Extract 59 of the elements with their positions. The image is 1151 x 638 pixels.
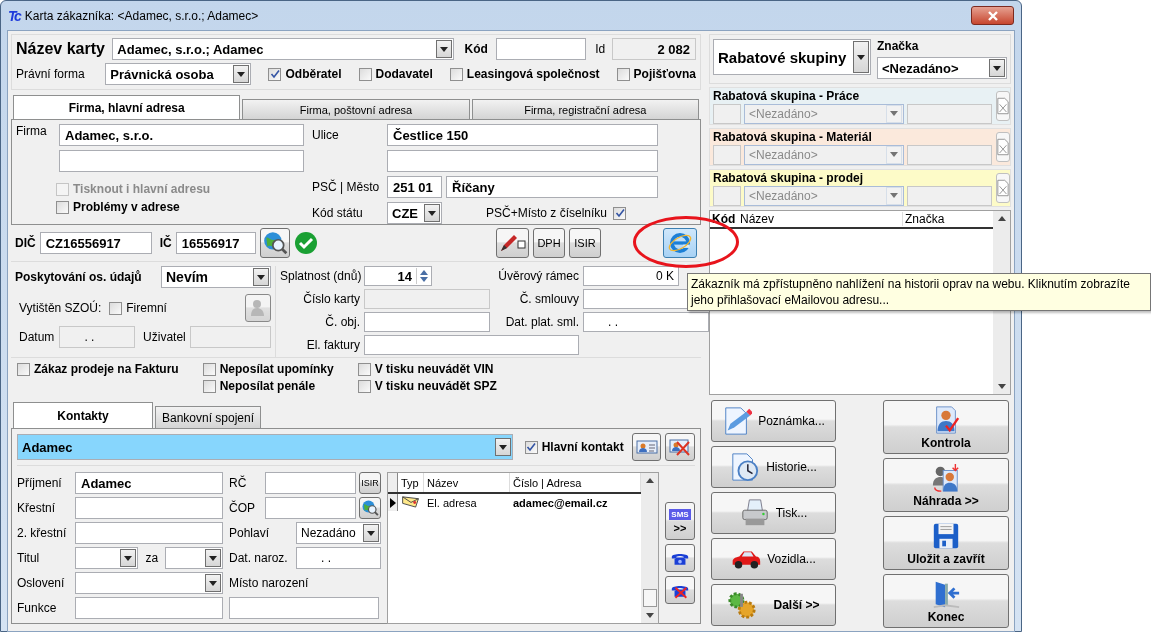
checkbox-label: V tisku neuvádět SPZ [374, 379, 497, 393]
checkbox-label: Zákaz prodeje na Fakturu [34, 362, 179, 376]
tooltip: Zákazník má zpřístupněno nahlížení na historii oprav na webu. Kliknutím zobrazíte jeho přihlašovací eMailovou adresu... [687, 273, 1151, 311]
checkbox-label: Leasingová společnost [466, 67, 600, 81]
field-label: Datum [19, 330, 56, 344]
field-label: Kód státu [312, 206, 364, 220]
field-label: Rabatová skupina - Materiál [713, 129, 873, 144]
field-label: ČOP [229, 501, 256, 515]
checkbox-label: Firemní [126, 301, 167, 315]
checkbox-label: Tisknout i hlavní adresu [73, 182, 211, 196]
field-label: Id [595, 42, 607, 56]
table-cell-text: El. adresa [426, 496, 478, 509]
field-label: IČ [159, 236, 172, 250]
checkbox-label: PSČ+Místo z číselníku [486, 206, 608, 220]
field-label: Firma [16, 124, 48, 138]
field-label: Dat. naroz. [229, 551, 289, 565]
window-title: Karta zákazníka: <Adamec, s.r.o.; Adamec> [24, 8, 259, 23]
checkbox-label: Neposílat penále [219, 379, 316, 393]
checkbox-label: Odběratel [285, 67, 342, 81]
field-label: El. faktury [305, 338, 360, 352]
field-label: Pohlaví [229, 526, 271, 540]
field-label: Titul [17, 551, 41, 565]
field-label: Ulice [312, 128, 340, 142]
field-label: Oslovení [17, 576, 66, 590]
field-label: Vytištěn SZOÚ: [19, 301, 102, 315]
field-label: Značka [877, 39, 920, 53]
checkbox-label: Hlavní kontakt [541, 440, 624, 454]
table-cell-text: adamec@email.cz [512, 496, 609, 509]
field-label: Funkce [17, 601, 58, 615]
field-label: Č. obj. [324, 315, 360, 329]
field-label: Č. smlouvy [518, 292, 579, 306]
field-label: Splatnost (dnů) [280, 269, 360, 283]
field-label: Poskytování os. údajů [15, 270, 143, 284]
column-header: Název [424, 473, 510, 492]
field-label: Křestní [17, 501, 56, 515]
checkbox-label: Neposílat upomínky [219, 362, 334, 376]
column-header: Typ [398, 473, 424, 492]
checkbox-label: Problémy v adrese [73, 200, 180, 214]
field-label: Rabatová skupina - prodej [713, 170, 865, 185]
field-label: Uživatel [143, 330, 186, 344]
field-label: 2. křestní [17, 526, 68, 540]
field-label: Dat. plat. sml. [504, 315, 579, 329]
app-logo: Tc [8, 7, 20, 24]
checkbox-label: Dodavatel [375, 67, 433, 81]
field-label: Rabatová skupina - Práce [713, 88, 861, 103]
field-label: za [145, 551, 159, 565]
field-label: DIČ [15, 236, 36, 250]
field-label: Místo narození [229, 576, 309, 590]
column-header: Název [739, 212, 775, 226]
field-label: Právní forma [16, 67, 86, 81]
field-label: Kód [464, 42, 489, 56]
field-label: Název karty [16, 40, 106, 58]
field-label: RČ [229, 476, 248, 490]
checkbox-label: Pojišťovna [633, 67, 696, 81]
field-label: Úvěrový rámec [497, 269, 579, 283]
field-label: PSČ | Město [312, 180, 381, 194]
checkbox-label: V tisku neuvádět VIN [374, 362, 494, 376]
field-label: Příjmení [17, 476, 63, 490]
field-label: Číslo karty [302, 292, 360, 306]
